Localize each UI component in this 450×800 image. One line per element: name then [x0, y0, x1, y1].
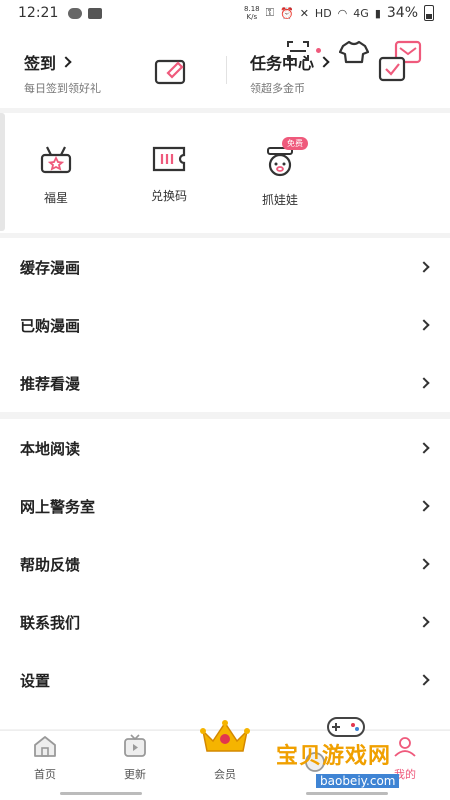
free-badge: 免费: [282, 137, 308, 150]
checkin-icon[interactable]: [154, 57, 188, 89]
menu-group-comics: 缓存漫画 已购漫画 推荐看漫: [0, 238, 450, 412]
watermark: 宝贝游戏网 baobeiy.com: [276, 717, 436, 788]
menu-item-label: 已购漫画: [20, 316, 81, 335]
tab-home[interactable]: 首页: [0, 731, 90, 790]
signal-icon: ▮: [374, 6, 381, 20]
tab-updates[interactable]: 更新: [90, 731, 180, 790]
gesture-line-right: [306, 792, 388, 795]
quick-item-label: 抓娃娃: [261, 193, 298, 207]
speed-value: 8.18: [244, 5, 260, 13]
menu-item-label: 推荐看漫: [20, 374, 81, 393]
gamepad-icon: [324, 712, 368, 744]
tab-vip[interactable]: 会员: [180, 720, 270, 790]
crown-icon: [197, 717, 253, 761]
menu-item-label: 本地阅读: [20, 439, 81, 458]
quick-item-redeem-code[interactable]: 兑换码: [129, 145, 209, 204]
wifi-icon: ◠: [337, 6, 348, 20]
scan-icon[interactable]: [286, 40, 310, 66]
task-center-icon[interactable]: [378, 40, 424, 90]
menu-item-contact-us[interactable]: 联系我们: [0, 593, 450, 651]
tab-label: 更新: [124, 768, 146, 781]
menu-item-local-reading[interactable]: 本地阅读: [0, 419, 450, 477]
home-icon: [32, 734, 58, 762]
alarm-icon: ⏰: [280, 6, 294, 20]
top-card: 签到 每日签到领好礼 任务中心 领超多金币: [0, 26, 450, 108]
key-icon: ⚿: [265, 6, 274, 19]
quick-item-label: 兑换码: [150, 189, 187, 203]
gift-basket-icon: [39, 145, 73, 179]
task-subtitle: 领超多金币: [250, 82, 305, 95]
tv-icon: [122, 734, 148, 762]
menu-item-purchased-comics[interactable]: 已购漫画: [0, 296, 450, 354]
mute-icon: ✕: [299, 6, 309, 20]
tab-label: 会员: [214, 768, 236, 781]
chevron-right-icon: [418, 261, 430, 273]
menu-item-help-feedback[interactable]: 帮助反馈: [0, 535, 450, 593]
menu-item-label: 联系我们: [20, 613, 81, 632]
menu-item-cached-comics[interactable]: 缓存漫画: [0, 238, 450, 296]
gallery-icon: [88, 7, 103, 19]
notification-dot: [316, 48, 321, 53]
chevron-right-icon: [418, 558, 430, 570]
quick-item-fuxing[interactable]: 福星: [16, 145, 96, 206]
menu-item-label: 缓存漫画: [20, 258, 81, 277]
speed-unit: K/s: [246, 13, 258, 21]
chevron-right-icon: [418, 319, 430, 331]
menu-item-recommend[interactable]: 推荐看漫: [0, 354, 450, 412]
checkin-title-row: 签到: [24, 50, 101, 74]
side-drawer-handle[interactable]: [0, 113, 5, 231]
checkin-entry[interactable]: 签到 每日签到领好礼: [24, 50, 101, 96]
quick-item-claw-machine[interactable]: 免费 抓娃娃: [240, 137, 320, 208]
signal-label: 4G: [353, 6, 369, 20]
chevron-right-icon: [418, 442, 430, 454]
quick-actions-card: 福星 兑换码 免费 抓娃娃: [0, 113, 450, 233]
network-speed: 8.18 K/s: [244, 5, 260, 21]
battery-percent: 34%: [386, 5, 418, 21]
gesture-bar: [0, 790, 450, 800]
menu-item-label: 设置: [20, 671, 51, 690]
status-bar: 12:21 8.18 K/s ⚿ ⏰ ✕ HD ◠ 4G ▮ 34%: [0, 0, 450, 26]
checkin-subtitle: 每日签到领好礼: [24, 82, 101, 95]
top-divider: [226, 56, 227, 84]
checkin-title: 签到: [24, 54, 57, 73]
chevron-right-icon: [60, 56, 72, 68]
claw-doll-icon: [262, 145, 298, 181]
menu-item-label: 网上警务室: [20, 497, 96, 516]
status-right: 8.18 K/s ⚿ ⏰ ✕ HD ◠ 4G ▮ 34%: [244, 5, 434, 21]
chevron-right-icon: [318, 56, 330, 68]
chevron-right-icon: [418, 377, 430, 389]
menu-item-label: 帮助反馈: [20, 555, 81, 574]
chevron-right-icon: [418, 616, 430, 628]
chevron-right-icon: [418, 500, 430, 512]
quick-item-label: 福星: [43, 191, 68, 205]
shirt-icon[interactable]: [338, 40, 370, 68]
ticket-icon: [151, 145, 187, 177]
battery-icon: [424, 5, 434, 21]
chevron-right-icon: [418, 674, 430, 686]
menu-group-general: 本地阅读 网上警务室 帮助反馈 联系我们 设置: [0, 419, 450, 729]
gesture-line-left: [60, 792, 142, 795]
hd-label: HD: [314, 6, 332, 20]
tab-label: 首页: [34, 768, 56, 781]
watermark-url: baobeiy.com: [316, 774, 400, 788]
wechat-icon: [68, 7, 83, 19]
menu-item-settings[interactable]: 设置: [0, 651, 450, 709]
menu-item-police-office[interactable]: 网上警务室: [0, 477, 450, 535]
notification-icons: [68, 7, 103, 19]
status-time: 12:21: [18, 5, 59, 21]
